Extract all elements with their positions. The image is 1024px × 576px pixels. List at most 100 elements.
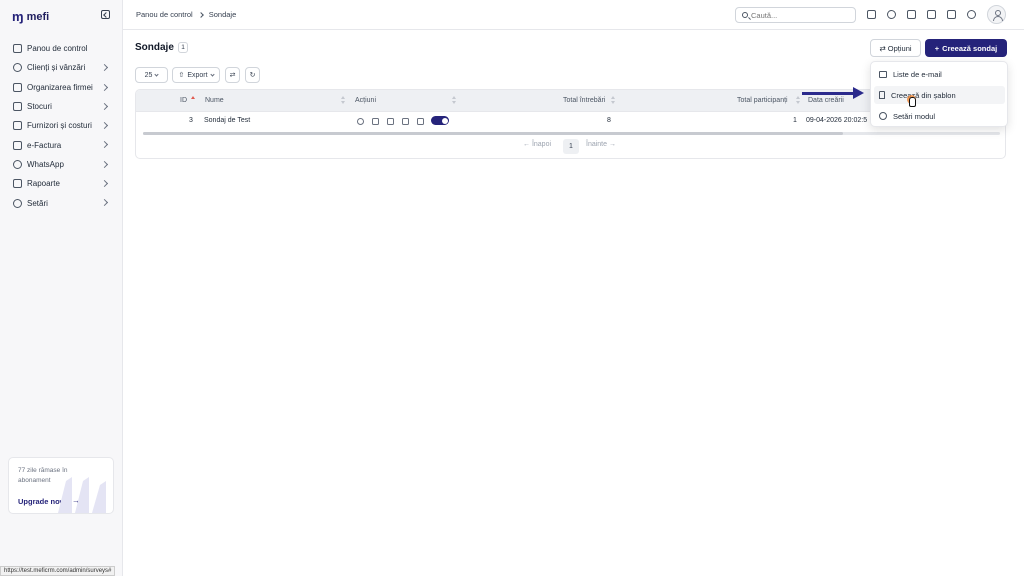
bookmark-icon bbox=[879, 91, 885, 99]
sidebar-item-label: Setări bbox=[27, 198, 48, 208]
switch-icon: ⇄ bbox=[879, 43, 886, 53]
chevron-down-icon bbox=[154, 71, 160, 77]
create-survey-button[interactable]: + Creează sondaj bbox=[925, 39, 1007, 57]
calendar-icon[interactable] bbox=[907, 10, 916, 19]
chevron-right-icon bbox=[100, 141, 109, 149]
sidebar-item-furnizori[interactable]: Furnizori și costuri bbox=[0, 116, 122, 135]
sidebar-item-label: Panou de control bbox=[27, 44, 88, 54]
sidebar-item-panou-de-control[interactable]: Panou de control bbox=[0, 39, 122, 58]
page-size-value: 25 bbox=[144, 71, 153, 79]
search-icon bbox=[742, 11, 748, 18]
messages-icon[interactable] bbox=[947, 10, 956, 19]
plus-icon: + bbox=[934, 43, 940, 53]
sidebar-item-setari[interactable]: Setări bbox=[0, 193, 122, 212]
breadcrumb-item-current: Sondaje bbox=[208, 10, 237, 19]
swap-icon: ⇄ bbox=[229, 72, 236, 79]
mail-icon bbox=[879, 70, 887, 78]
chevron-right-icon bbox=[100, 83, 109, 91]
menu-item-email-lists[interactable]: Liste de e-mail bbox=[874, 65, 1005, 83]
options-button-label: Opțiuni bbox=[887, 43, 912, 53]
sidebar: ɱ mefi Panou de control Clienți și vânză… bbox=[0, 0, 123, 576]
search-box[interactable] bbox=[735, 7, 856, 23]
trash-icon[interactable] bbox=[417, 118, 424, 125]
truck-icon bbox=[13, 121, 22, 131]
sidebar-item-rapoarte[interactable]: Rapoarte bbox=[0, 174, 122, 193]
sort-icon[interactable] bbox=[796, 96, 800, 105]
sidebar-item-label: Rapoarte bbox=[27, 179, 60, 189]
swap-columns-button[interactable]: ⇄ bbox=[225, 67, 240, 83]
create-survey-label: Creează sondaj bbox=[942, 43, 998, 53]
chevron-right-icon bbox=[100, 122, 109, 130]
cell-id: 3 bbox=[189, 117, 193, 124]
sort-icon[interactable] bbox=[611, 96, 615, 105]
menu-item-label: Creează din șablon bbox=[891, 90, 956, 100]
sidebar-item-organizarea-firmei[interactable]: Organizarea firmei bbox=[0, 78, 122, 97]
breadcrumb-item-home[interactable]: Panou de control bbox=[136, 10, 193, 19]
chat-icon bbox=[13, 159, 22, 169]
column-header-created[interactable]: Data creării bbox=[808, 97, 844, 104]
sidebar-item-whatsapp[interactable]: WhatsApp bbox=[0, 155, 122, 174]
chevron-right-icon bbox=[100, 199, 109, 207]
page-title: Sondaje bbox=[135, 42, 174, 53]
cell-created-date: 09-04-2026 20:02:5 bbox=[806, 117, 868, 124]
column-header-id[interactable]: ID bbox=[180, 97, 187, 104]
search-input[interactable] bbox=[751, 10, 851, 21]
sidebar-item-label: WhatsApp bbox=[27, 159, 64, 169]
pagination-prev[interactable]: ← Înapoi bbox=[523, 141, 551, 148]
hand-cursor-icon bbox=[909, 97, 916, 107]
sidebar-item-clienti[interactable]: Clienți și vânzări bbox=[0, 58, 122, 77]
cell-total-participants: 1 bbox=[793, 117, 797, 124]
options-dropdown-menu: Liste de e-mail Creează din șablon Setăr… bbox=[870, 61, 1008, 127]
sort-icon[interactable] bbox=[452, 96, 456, 105]
app-logo[interactable]: ɱ mefi bbox=[12, 9, 49, 24]
copy-icon[interactable] bbox=[402, 118, 409, 125]
collapse-sidebar-icon[interactable] bbox=[101, 10, 110, 19]
list-icon[interactable] bbox=[387, 118, 394, 125]
horizontal-scrollbar[interactable] bbox=[143, 132, 1000, 135]
eye-icon[interactable] bbox=[357, 118, 364, 125]
checkbox-icon[interactable] bbox=[927, 10, 936, 19]
options-button[interactable]: ⇄ Opțiuni bbox=[870, 39, 921, 57]
chevron-right-icon bbox=[100, 102, 109, 110]
topbar: Panou de control Sondaje bbox=[123, 0, 1024, 30]
cell-name: Sondaj de Test bbox=[204, 117, 251, 124]
sidebar-item-label: Clienți și vânzări bbox=[27, 63, 86, 73]
upgrade-decoration bbox=[58, 477, 106, 513]
refresh-icon: ↻ bbox=[249, 72, 256, 79]
sidebar-item-label: Organizarea firmei bbox=[27, 82, 93, 92]
home-icon bbox=[13, 44, 22, 54]
gear-icon bbox=[879, 112, 887, 120]
sidebar-item-e-factura[interactable]: e-Factura bbox=[0, 135, 122, 154]
refresh-button[interactable]: ↻ bbox=[245, 67, 260, 83]
chevron-right-icon bbox=[197, 11, 204, 18]
chevron-right-icon bbox=[100, 180, 109, 188]
page-size-select[interactable]: 25 bbox=[135, 67, 168, 83]
pagination-next[interactable]: Înainte → bbox=[586, 141, 616, 148]
app-name: mefi bbox=[26, 10, 50, 23]
menu-item-create-from-template[interactable]: Creează din șablon bbox=[874, 86, 1005, 104]
sidebar-item-label: Furnizori și costuri bbox=[27, 121, 92, 131]
column-header-total-participants[interactable]: Total participanți bbox=[737, 97, 788, 104]
sort-icon[interactable] bbox=[341, 96, 345, 105]
scrollbar-thumb[interactable] bbox=[143, 132, 843, 135]
timer-icon[interactable] bbox=[887, 10, 896, 19]
count-badge: 1 bbox=[178, 42, 188, 53]
column-header-name[interactable]: Nume bbox=[205, 97, 224, 104]
box-icon bbox=[13, 102, 22, 112]
menu-item-module-settings[interactable]: Setări modul bbox=[874, 107, 1005, 125]
add-square-icon[interactable] bbox=[867, 10, 876, 19]
chevron-down-icon bbox=[209, 71, 215, 77]
users-icon bbox=[13, 63, 22, 73]
pagination-page[interactable]: 1 bbox=[563, 139, 579, 154]
export-button[interactable]: ⇧ Export bbox=[172, 67, 220, 83]
user-avatar[interactable] bbox=[987, 5, 1006, 24]
sidebar-item-stocuri[interactable]: Stocuri bbox=[0, 97, 122, 116]
bell-icon[interactable] bbox=[967, 10, 976, 19]
active-toggle[interactable] bbox=[431, 116, 449, 125]
export-icon: ⇧ bbox=[178, 72, 185, 79]
sidebar-nav: Panou de control Clienți și vânzări Orga… bbox=[0, 39, 122, 213]
edit-icon[interactable] bbox=[372, 118, 379, 125]
sort-asc-icon[interactable] bbox=[191, 96, 195, 99]
upgrade-card: 77 zile rămase în abonament Upgrade now … bbox=[8, 457, 114, 514]
column-header-total-questions[interactable]: Total întrebări bbox=[563, 97, 605, 104]
